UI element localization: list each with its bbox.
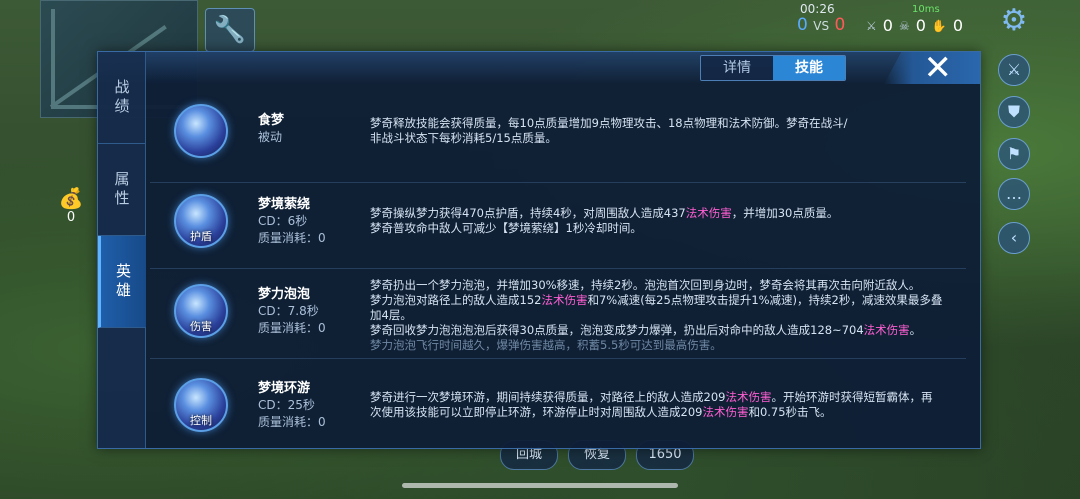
skill-description: 梦奇释放技能会获得质量，每10点质量增加9点物理攻击、18点物理和法术防御。梦奇… xyxy=(370,116,970,146)
skull-icon: ☠ xyxy=(898,18,910,33)
description-line: 梦力泡泡飞行时间越久，爆弹伤害越高，积蓄5.5秒可达到最高伤害。 xyxy=(370,338,970,353)
skill-tag: 伤害 xyxy=(190,320,212,333)
description-text: 。 xyxy=(909,323,922,337)
network-ping: 10ms xyxy=(912,4,940,15)
vs-label: VS xyxy=(813,19,830,33)
description-text: 梦奇回收梦力泡泡泡泡后获得30点质量，泡泡变成梦力爆弹，扔出后对命中的敌人造成1… xyxy=(370,323,864,337)
magic-damage-keyword: 法术伤害 xyxy=(863,323,910,337)
description-text: 梦奇普攻命中敌人可减少【梦境萦绕】1秒冷却时间。 xyxy=(370,221,642,235)
shield-icon[interactable]: ⛊ xyxy=(998,96,1030,128)
description-line: 梦奇扔出一个梦力泡泡，并增加30%移速，持续2秒。泡泡首次回到身边时，梦奇会将其… xyxy=(370,278,970,293)
top-tab-bar: 详情 技能 xyxy=(700,55,846,81)
description-text: 梦奇进行一次梦境环游，期间持续获得质量，对路径上的敌人造成209 xyxy=(370,390,726,404)
description-line: 梦奇进行一次梦境环游，期间持续获得质量，对路径上的敌人造成209法术伤害。开始环… xyxy=(370,390,970,405)
skill-name: 梦境萦绕 xyxy=(258,197,311,212)
magic-damage-keyword: 法术伤害 xyxy=(725,390,772,404)
chat-icon[interactable]: … xyxy=(998,178,1030,210)
tab-hero[interactable]: 英雄 xyxy=(98,236,146,328)
score-right: 0 xyxy=(834,15,846,35)
description-text: 和7%减速(每25点物理攻击提升1%减速)，持续2秒，减速效果最多叠 xyxy=(587,293,943,307)
description-line: 非战斗状态下每秒消耗5/15点质量。 xyxy=(370,131,970,146)
expand-arrow-icon[interactable]: ‹ xyxy=(998,222,1030,254)
divider xyxy=(150,268,966,269)
tab-details[interactable]: 详情 xyxy=(701,56,773,80)
skill-description: 梦奇扔出一个梦力泡泡，并增加30%移速，持续2秒。泡泡首次回到身边时，梦奇会将其… xyxy=(370,278,970,353)
close-button[interactable]: ✕ xyxy=(884,52,980,84)
skill-line1: 被动 xyxy=(258,130,283,144)
description-text: 加4层。 xyxy=(370,308,412,322)
description-text: 梦奇操纵梦力获得470点护盾，持续4秒，对周围敌人造成437 xyxy=(370,206,686,220)
gold-amount: 0 xyxy=(66,210,76,225)
tab-record[interactable]: 战绩 xyxy=(98,52,146,144)
tab-attributes[interactable]: 属性 xyxy=(98,144,146,236)
match-timer: 00:26 xyxy=(800,2,835,16)
attack-icon[interactable]: ⚔ xyxy=(998,54,1030,86)
skill-cd: CD：6秒 xyxy=(258,214,308,228)
gear-icon[interactable]: ⚙ xyxy=(996,4,1032,40)
description-line: 加4层。 xyxy=(370,308,970,323)
description-text: 非战斗状态下每秒消耗5/15点质量。 xyxy=(370,131,557,145)
skill-meta: 梦境萦绕 CD：6秒 质量消耗：0 xyxy=(258,196,326,247)
skill-cost: 质量消耗：0 xyxy=(258,415,326,429)
magic-damage-keyword: 法术伤害 xyxy=(541,293,588,307)
description-line: 梦奇普攻命中敌人可减少【梦境萦绕】1秒冷却时间。 xyxy=(370,221,970,236)
skill-cd: CD：7.8秒 xyxy=(258,304,319,318)
description-line: 梦奇释放技能会获得质量，每10点质量增加9点物理攻击、18点物理和法术防御。梦奇… xyxy=(370,116,970,131)
skill-meta: 食梦 被动 xyxy=(258,112,284,146)
skill-meta: 梦境环游 CD：25秒 质量消耗：0 xyxy=(258,380,326,431)
description-text: 梦奇扔出一个梦力泡泡，并增加30%移速，持续2秒。泡泡首次回到身边时，梦奇会将其… xyxy=(370,278,921,292)
magic-damage-keyword: 法术伤害 xyxy=(702,405,749,419)
assist-icon: ✋ xyxy=(931,18,947,33)
description-text: 和0.75秒击飞。 xyxy=(748,405,832,419)
score-left: 0 xyxy=(797,15,808,35)
skill-cost: 质量消耗：0 xyxy=(258,231,326,245)
kda-stats: ⚔ 0 ☠ 0 ✋ 0 xyxy=(866,16,963,35)
skill-icon-2[interactable]: 伤害 xyxy=(174,284,228,338)
skill-meta: 梦力泡泡 CD：7.8秒 质量消耗：0 xyxy=(258,286,326,337)
side-tab-bar: 战绩 属性 英雄 xyxy=(98,52,146,448)
divider xyxy=(150,358,966,359)
description-text: 次使用该技能可以立即停止环游，环游停止时对周围敌人造成209 xyxy=(370,405,703,419)
skill-name: 梦力泡泡 xyxy=(258,287,311,302)
close-icon: ✕ xyxy=(923,48,953,88)
kills-count: 0 xyxy=(882,16,893,35)
assists-count: 0 xyxy=(952,16,964,35)
description-text: 梦力泡泡对路径上的敌人造成152 xyxy=(370,293,542,307)
home-indicator[interactable] xyxy=(402,483,678,488)
deaths-count: 0 xyxy=(915,16,926,35)
sword-icon: ⚔ xyxy=(866,18,877,33)
description-line: 梦奇操纵梦力获得470点护盾，持续4秒，对周围敌人造成437法术伤害，并增加30… xyxy=(370,206,970,221)
description-line: 梦奇回收梦力泡泡泡泡后获得30点质量，泡泡变成梦力爆弹，扔出后对命中的敌人造成1… xyxy=(370,323,970,338)
skill-name: 梦境环游 xyxy=(258,381,311,396)
magic-damage-keyword: 法术伤害 xyxy=(685,206,732,220)
skill-icon-ultimate[interactable]: 控制 xyxy=(174,378,228,432)
tab-skills[interactable]: 技能 xyxy=(773,56,845,80)
description-text: 梦奇释放技能会获得质量，每10点质量增加9点物理攻击、18点物理和法术防御。梦奇… xyxy=(370,116,848,130)
hero-info-panel: 战绩 属性 英雄 详情 技能 ✕ 食梦 被动 梦奇释放技能会获得质量，每10点质… xyxy=(97,51,981,449)
money-bag-icon: 💰 xyxy=(58,186,84,210)
skill-tag: 控制 xyxy=(190,414,212,427)
description-text: ，并增加30点质量。 xyxy=(731,206,839,220)
skill-cost: 质量消耗：0 xyxy=(258,321,326,335)
divider xyxy=(150,182,966,183)
flag-icon[interactable]: ⚑ xyxy=(998,138,1030,170)
skill-tag: 护盾 xyxy=(190,230,212,243)
gold-bag[interactable]: 💰 0 xyxy=(52,186,90,230)
description-text: 。开始环游时获得短暂霸体，再 xyxy=(771,390,933,404)
description-line: 次使用该技能可以立即停止环游，环游停止时对周围敌人造成209法术伤害和0.75秒… xyxy=(370,405,970,420)
skill-icon-passive[interactable] xyxy=(174,104,228,158)
skill-description: 梦奇操纵梦力获得470点护盾，持续4秒，对周围敌人造成437法术伤害，并增加30… xyxy=(370,206,970,236)
skill-description: 梦奇进行一次梦境环游，期间持续获得质量，对路径上的敌人造成209法术伤害。开始环… xyxy=(370,390,970,420)
description-line: 梦力泡泡对路径上的敌人造成152法术伤害和7%减速(每25点物理攻击提升1%减速… xyxy=(370,293,970,308)
skill-icon-1[interactable]: 护盾 xyxy=(174,194,228,248)
team-score: 0 VS 0 xyxy=(797,15,845,35)
wrench-icon[interactable]: 🔧 xyxy=(205,8,255,52)
skill-cd: CD：25秒 xyxy=(258,398,315,412)
description-text: 梦力泡泡飞行时间越久，爆弹伤害越高，积蓄5.5秒可达到最高伤害。 xyxy=(370,338,722,352)
skill-name: 食梦 xyxy=(258,113,285,128)
